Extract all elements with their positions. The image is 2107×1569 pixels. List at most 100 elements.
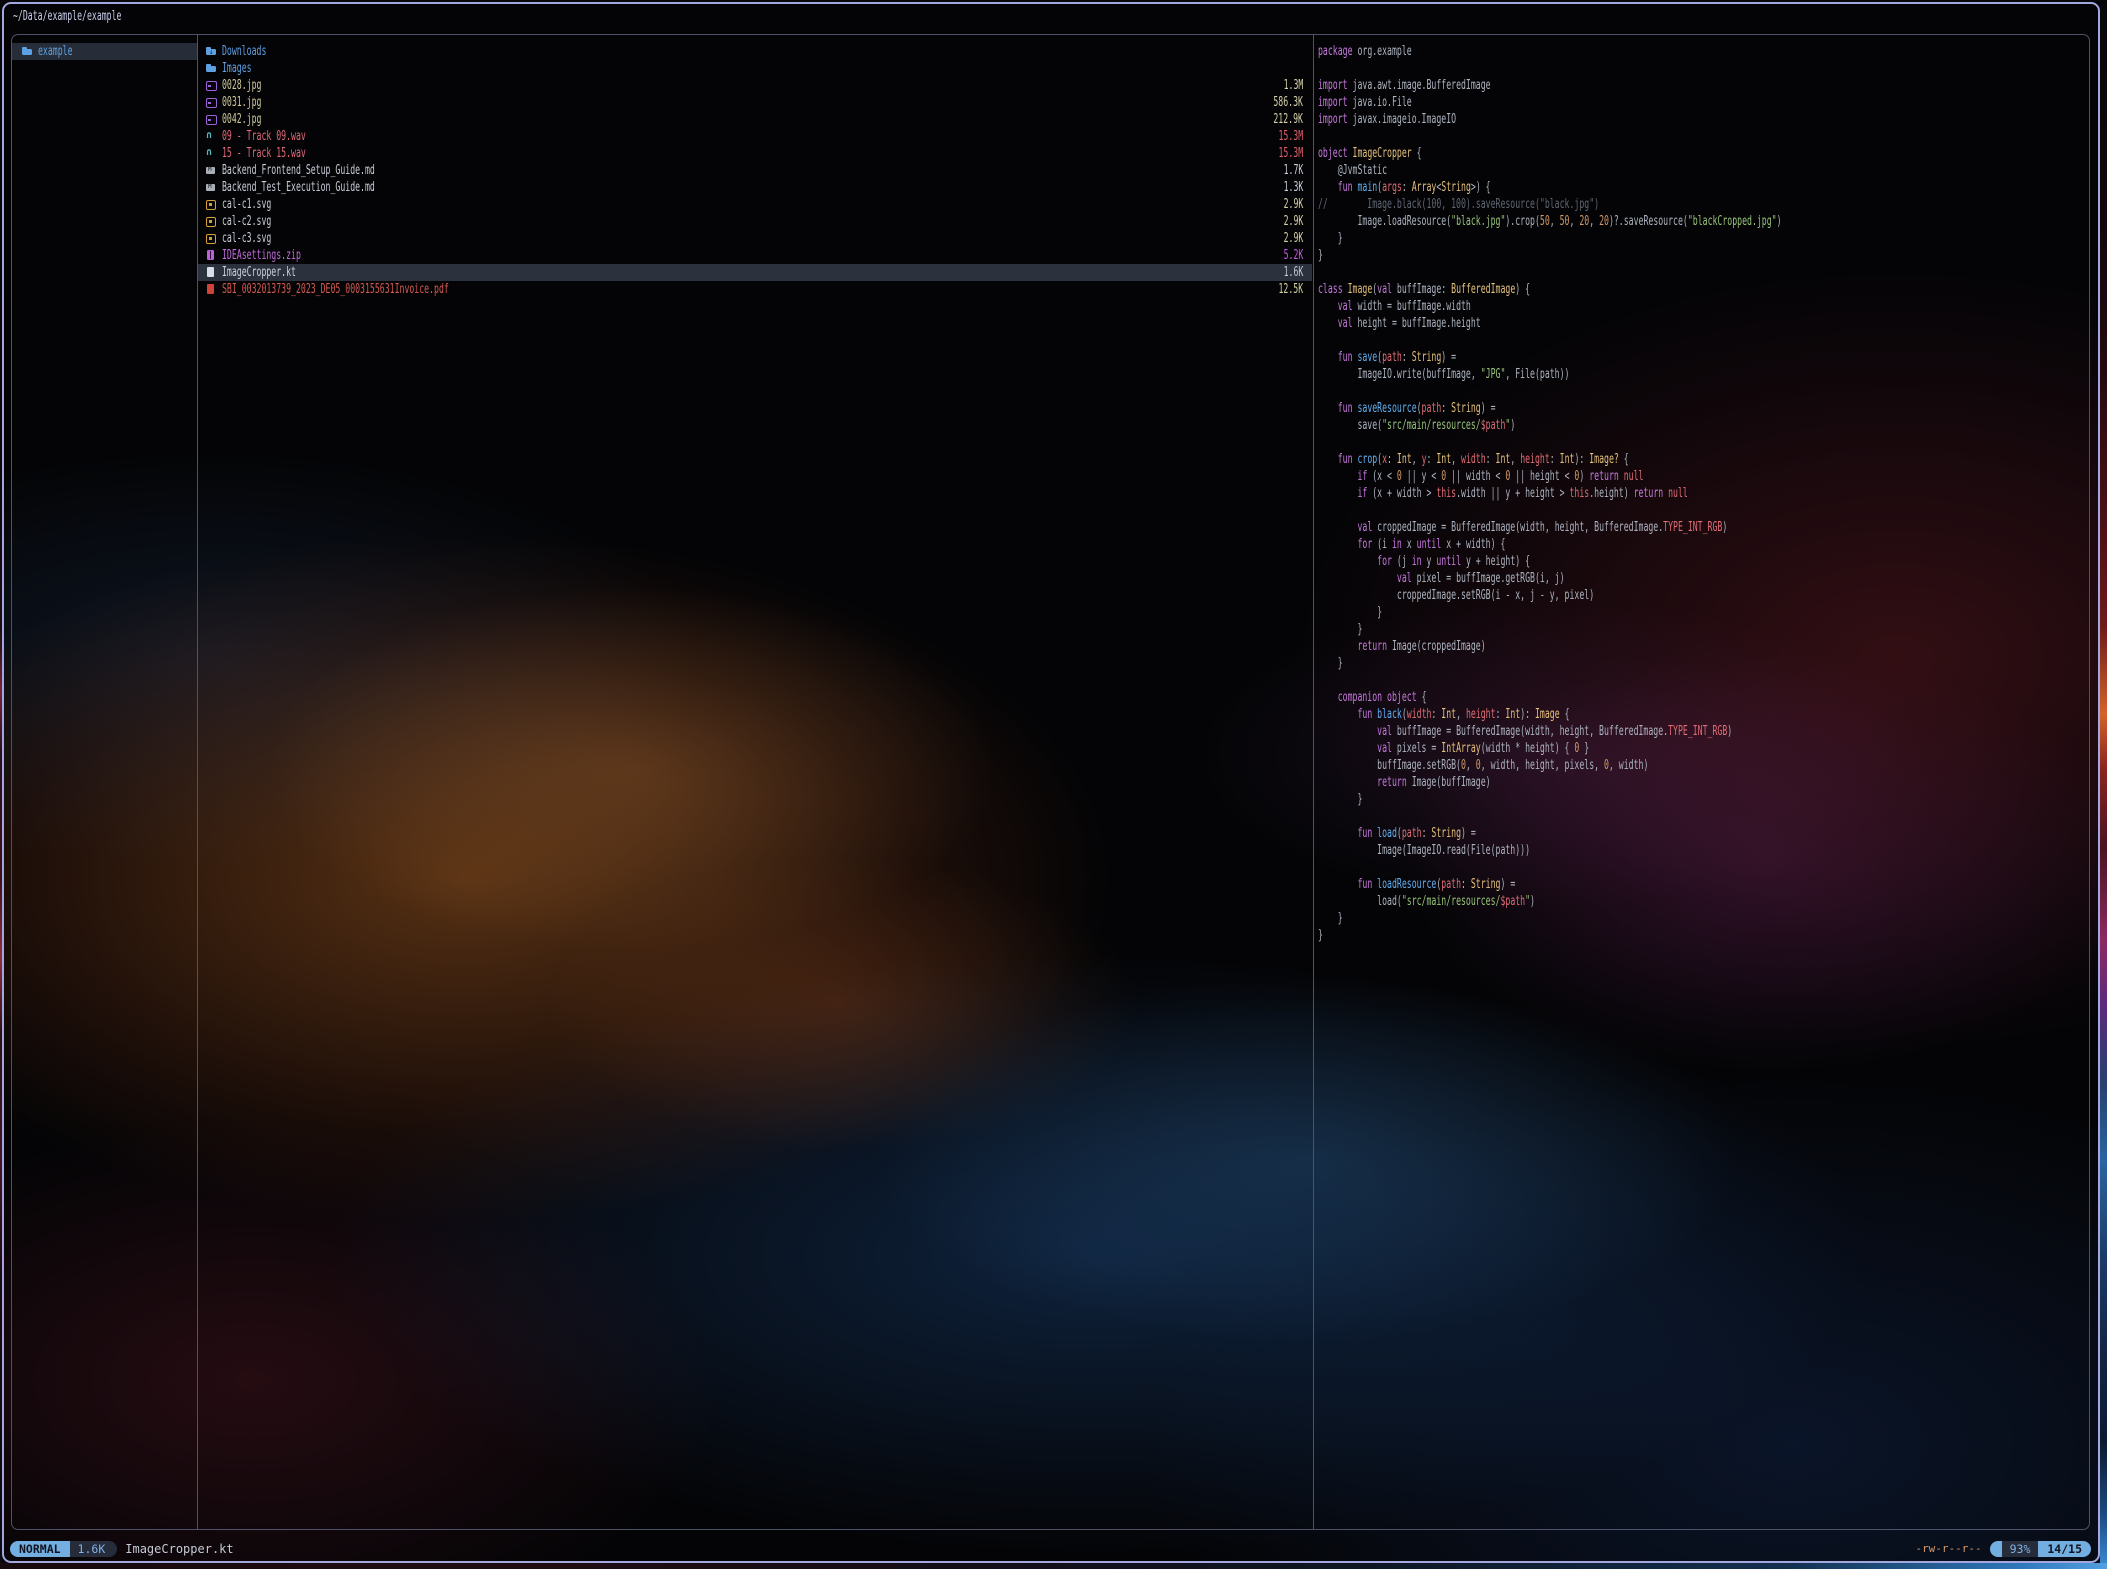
code-line: fun main(args: Array<String>) { [1314,179,2090,196]
code-line: for (j in y until y + height) { [1314,553,2090,570]
status-right-group: -rw-r--r-- 93% 14/15 [1915,1541,2091,1557]
file-row[interactable]: IDEAsettings.zip5.2K [198,247,1312,264]
code-line: save("src/main/resources/$path") [1314,417,2090,434]
permissions-text: -rw-r--r-- [1915,1541,1981,1557]
code-line [1314,859,2090,876]
code-line: val width = buffImage.width [1314,298,2090,315]
audio-icon [206,148,217,159]
file-row[interactable]: 0031.jpg 586.3K [198,94,1312,111]
code-line: for (i in x until x + width) { [1314,536,2090,553]
wallpaper-strip-right [2100,0,2107,1569]
scroll-percent: 93% [2002,1541,2039,1557]
code-line: ImageIO.write(buffImage, "JPG", File(pat… [1314,366,2090,383]
file-size: 2.9K [1283,214,1303,229]
file-name: 0042.jpg [222,112,261,127]
file-name: SBI_0032013739_2023_DE05_0003155631Invoi… [222,282,449,297]
code-line [1314,128,2090,145]
file-name: cal-c1.svg [222,197,271,212]
code-line: Image(ImageIO.read(File(path))) [1314,842,2090,859]
code-line: Image.loadResource("black.jpg").crop(50,… [1314,213,2090,230]
file-name: Backend_Test_Execution_Guide.md [222,180,375,195]
file-name: 09 - Track 09.wav [222,129,306,144]
file-row[interactable]: cal-c1.svg2.9K [198,196,1312,213]
code-line: package org.example [1314,43,2090,60]
code-line: if (x + width > this.width || y + height… [1314,485,2090,502]
vector-icon [206,199,217,210]
code-line: import java.io.File [1314,94,2090,111]
file-row[interactable]: Backend_Frontend_Setup_Guide.md1.7K [198,162,1312,179]
file-row[interactable]: Backend_Test_Execution_Guide.md 1.3K [198,179,1312,196]
code-line: fun load(path: String) = [1314,825,2090,842]
code-line: } [1314,927,2090,944]
file-row[interactable]: ↓ Downloads [198,43,1312,60]
markdown-icon [206,165,217,176]
file-row[interactable]: 09 - Track 09.wav 15.3M [198,128,1312,145]
vector-icon [206,233,217,244]
parent-dir-row[interactable]: example [12,43,197,60]
file-row[interactable]: 0042.jpg 212.9K [198,111,1312,128]
code-line: import java.awt.image.BufferedImage [1314,77,2090,94]
file-row[interactable]: SBI_0032013739_2023_DE05_0003155631Invoi… [198,281,1312,298]
markdown-icon [206,182,217,193]
file-name: 15 - Track 15.wav [222,146,306,161]
file-name: cal-c2.svg [222,214,271,229]
file-size: 1.7K [1283,163,1303,178]
code-line: } [1314,621,2090,638]
file-row[interactable]: cal-c3.svg2.9K [198,230,1312,247]
code-line: return Image(buffImage) [1314,774,2090,791]
file-name: Downloads [222,44,266,59]
parent-pane: example [12,43,197,60]
file-list-pane: ↓ Downloads Images0028.jpg1.3M0031.jpg 586.… [198,43,1312,298]
folder-download-icon: ↓ [206,46,217,57]
code-line: val pixel = buffImage.getRGB(i, j) [1314,570,2090,587]
code-line [1314,332,2090,349]
cursor-position: 14/15 [2038,1541,2091,1557]
current-path-text: ~/Data/example/example [13,8,121,26]
code-line [1314,502,2090,519]
code-line: fun crop(x: Int, y: Int, width: Int, hei… [1314,451,2090,468]
file-name: Images [222,61,252,76]
file-size: 15.3M [1278,129,1303,144]
file-row[interactable]: 15 - Track 15.wav15.3M [198,145,1312,162]
file-size-badge: 1.6K [70,1541,118,1557]
file-size: 212.9K [1273,112,1303,127]
code-line [1314,383,2090,400]
file-row[interactable]: Images [198,60,1312,77]
file-size: 586.3K [1273,95,1303,110]
code-line: val pixels = IntArray(width * height) { … [1314,740,2090,757]
code-line [1314,434,2090,451]
file-size: 2.9K [1283,231,1303,246]
file-name: 0031.jpg [222,95,261,110]
code-line: fun save(path: String) = [1314,349,2090,366]
pill-left-cap [1990,1541,2002,1557]
audio-icon [206,131,217,142]
code-line: } [1314,604,2090,621]
file-row[interactable]: 0028.jpg1.3M [198,77,1312,94]
code-line [1314,264,2090,281]
status-filename: ImageCropper.kt [125,1541,233,1557]
file-size: 1.3K [1283,180,1303,195]
code-line: } [1314,230,2090,247]
vector-icon [206,216,217,227]
code-line: buffImage.setRGB(0, 0, width, height, pi… [1314,757,2090,774]
code-line: object ImageCropper { [1314,145,2090,162]
code-line: load("src/main/resources/$path") [1314,893,2090,910]
file-row[interactable]: cal-c2.svg 2.9K [198,213,1312,230]
image-icon [206,114,217,125]
code-line: } [1314,791,2090,808]
code-line: } [1314,655,2090,672]
code-line: val buffImage = BufferedImage(width, hei… [1314,723,2090,740]
code-line: } [1314,247,2090,264]
file-row[interactable]: ImageCropper.kt1.6K [198,264,1312,281]
code-line: return Image(croppedImage) [1314,638,2090,655]
code-line: if (x < 0 || y < 0 || width < 0 || heigh… [1314,468,2090,485]
preview-pane: package org.example import java.awt.image… [1314,43,2090,944]
code-line: fun black(width: Int, height: Int): Imag… [1314,706,2090,723]
code-line: fun loadResource(path: String) = [1314,876,2090,893]
status-bar: NORMAL 1.6K ImageCropper.kt -rw-r--r-- 9… [10,1541,2091,1557]
code-line: import javax.imageio.ImageIO [1314,111,2090,128]
file-name: IDEAsettings.zip [222,248,301,263]
folder-icon [206,63,217,74]
file-size: 12.5K [1278,282,1303,297]
code-line: // Image.black(100, 100).saveResource("b… [1314,196,2090,213]
